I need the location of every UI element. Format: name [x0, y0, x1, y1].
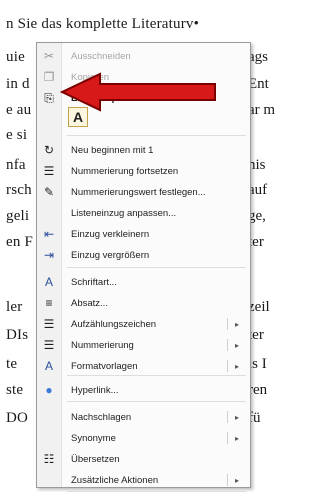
submenu-arrow-icon: ▸	[235, 361, 240, 371]
menu-item-translate[interactable]: ☷ Übersetzen	[37, 449, 250, 469]
document-text-line: en F	[6, 234, 34, 250]
document-text-line: ler	[6, 299, 23, 315]
document-text-line: in d	[6, 76, 30, 92]
paragraph-icon: ≡	[45, 296, 53, 310]
menu-item-label: Nummerierung	[71, 339, 134, 351]
menu-item-label: Zusätzliche Aktionen	[71, 474, 159, 486]
lookup-icon	[41, 409, 57, 425]
document-text-line: DO	[6, 410, 29, 426]
document-text-line: ste	[6, 382, 24, 398]
decrease-indent-icon: ⇤	[43, 227, 55, 241]
copy-icon: ❐	[43, 70, 55, 84]
document-text-line: nfa	[6, 157, 26, 173]
document-text-fragment: ar m	[248, 102, 276, 118]
menu-item-label: Schriftart...	[71, 276, 117, 288]
submenu-arrow-icon: ▸	[235, 412, 240, 422]
bullets-icon: ☰	[43, 317, 55, 331]
menu-item-styles[interactable]: A Formatvorlagen ▸	[37, 356, 250, 376]
translate-icon: ☷	[43, 452, 55, 466]
document-text-line: e au	[6, 102, 32, 118]
menu-item-label: Listeneinzug anpassen...	[71, 207, 177, 219]
menu-item-label: Übersetzen	[71, 453, 120, 465]
document-text-fragment: zeil	[248, 299, 270, 315]
menu-item-increase-indent[interactable]: ⇥ Einzug vergrößern	[37, 245, 250, 265]
document-text-line: e si	[6, 127, 28, 143]
numbering-value-icon: ✎	[43, 185, 55, 199]
submenu-divider	[227, 432, 228, 444]
menu-item-decrease-indent[interactable]: ⇤ Einzug verkleinern	[37, 224, 250, 244]
submenu-arrow-icon: ▸	[235, 475, 240, 485]
synonyms-icon	[41, 430, 57, 446]
submenu-divider	[227, 318, 228, 330]
red-arrow-annotation	[60, 72, 216, 112]
menu-item-label: Nummerierung fortsetzen	[71, 165, 179, 177]
menu-item-label: Ausschneiden	[71, 50, 131, 62]
submenu-divider	[227, 360, 228, 372]
menu-item-restart-numbering[interactable]: ↻ Neu beginnen mit 1	[37, 140, 250, 160]
menu-item-adjust-list-indent[interactable]: Listeneinzug anpassen...	[37, 203, 250, 223]
styles-icon: A	[44, 359, 53, 373]
menu-item-numbering[interactable]: ☰ Nummerierung ▸	[37, 335, 250, 355]
menu-item-label: Formatvorlagen	[71, 360, 138, 372]
document-text-line: uie	[6, 49, 25, 65]
submenu-arrow-icon: ▸	[235, 319, 240, 329]
menu-item-lookup[interactable]: Nachschlagen ▸	[37, 407, 250, 427]
menu-item-paragraph[interactable]: ≡ Absatz...	[37, 293, 250, 313]
menu-item-additional-actions[interactable]: Zusätzliche Aktionen ▸	[37, 470, 250, 490]
menu-item-synonyms[interactable]: Synonyme ▸	[37, 428, 250, 448]
menu-item-label: Aufzählungszeichen	[71, 318, 157, 330]
list-indent-icon	[41, 205, 57, 221]
menu-item-label: Absatz...	[71, 297, 108, 309]
hyperlink-icon: ●	[45, 383, 53, 397]
menu-item-label: Synonyme	[71, 432, 116, 444]
document-text-fragment: ags	[248, 49, 268, 65]
document-text-line: te	[6, 356, 18, 372]
menu-item-label: Hyperlink...	[71, 384, 119, 396]
menu-item-label: Nachschlagen	[71, 411, 132, 423]
submenu-divider	[227, 339, 228, 351]
document-text-fragment: Ent	[248, 76, 269, 92]
menu-item-font[interactable]: A Schriftart...	[37, 272, 250, 292]
scissors-icon: ✂	[43, 49, 55, 63]
document-text-line: geli	[6, 208, 30, 224]
menu-item-continue-numbering[interactable]: ☰ Nummerierung fortsetzen	[37, 161, 250, 181]
menu-item-label: Einzug vergrößern	[71, 249, 150, 261]
menu-item-bullets[interactable]: ☰ Aufzählungszeichen ▸	[37, 314, 250, 334]
document-text-line: DIs	[6, 327, 29, 343]
menu-item-hyperlink[interactable]: ● Hyperlink...	[37, 380, 250, 400]
submenu-arrow-icon: ▸	[235, 433, 240, 443]
continue-numbering-icon: ☰	[43, 164, 55, 178]
submenu-divider	[227, 474, 228, 486]
increase-indent-icon: ⇥	[43, 248, 55, 262]
numbering-icon: ☰	[43, 338, 55, 352]
font-icon: A	[44, 275, 53, 289]
menu-separator	[67, 267, 246, 268]
menu-item-label: Einzug verkleinern	[71, 228, 150, 240]
submenu-divider	[227, 411, 228, 423]
menu-item-set-numbering-value[interactable]: ✎ Nummerierungswert festlegen...	[37, 182, 250, 202]
menu-separator	[67, 401, 246, 402]
menu-separator	[67, 135, 246, 136]
menu-item-cut: ✂ Ausschneiden	[37, 46, 250, 66]
document-text-line: rsch	[6, 182, 32, 198]
menu-item-label: Nummerierungswert festlegen...	[71, 186, 206, 198]
submenu-arrow-icon: ▸	[235, 340, 240, 350]
menu-item-label: Neu beginnen mit 1	[71, 144, 154, 156]
document-text-line: n Sie das komplette Literaturv•	[6, 16, 200, 32]
restart-numbering-icon: ↻	[43, 143, 55, 157]
clipboard-icon: ⎘	[44, 91, 54, 105]
